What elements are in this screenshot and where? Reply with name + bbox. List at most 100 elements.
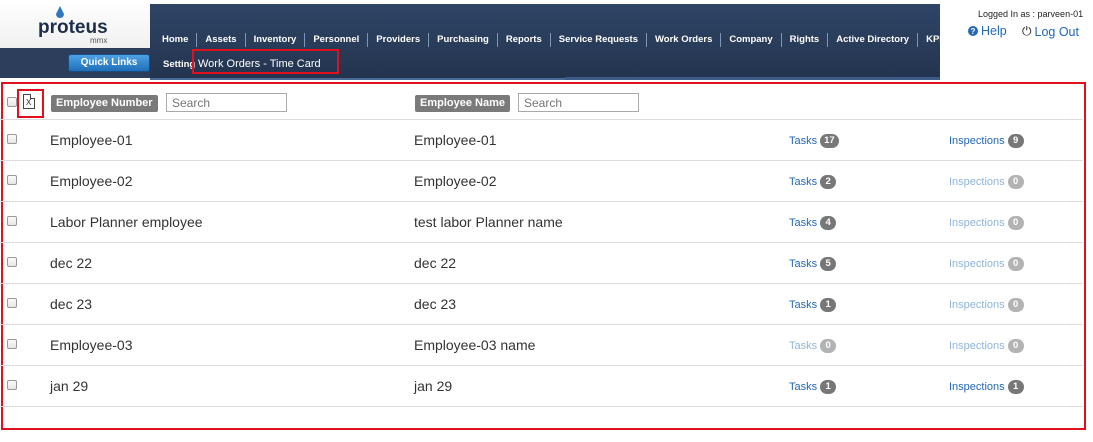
row-checkbox[interactable] [7,339,17,349]
main-menu: Home Assets Inventory Personnel Provider… [154,32,950,48]
employee-name-cell: Employee-02 [414,173,497,189]
table-row: Employee-02 Employee-02 Tasks 2 Inspecti… [0,161,1083,202]
inspections-label: Inspections [949,135,1005,147]
tasks-count-badge: 5 [820,257,837,271]
tasks-link[interactable]: Tasks 17 [789,134,839,148]
power-icon: ⏻ [1022,24,1032,38]
inspections-count-badge: 1 [1007,380,1024,394]
inspections-count-badge: 0 [1007,339,1024,353]
employee-number-search[interactable] [166,93,287,112]
logged-in-text: Logged In as : parveen-01 [978,9,1084,19]
tasks-link[interactable]: Tasks 1 [789,298,837,312]
help-link[interactable]: ? Help [968,24,1007,38]
logout-link[interactable]: ⏻ Log Out [1022,24,1079,39]
inspections-link[interactable]: Inspections 0 [949,257,1024,271]
employee-number-cell: Labor Planner employee [50,214,203,230]
menu-reports[interactable]: Reports [496,33,550,47]
tasks-label: Tasks [789,340,818,352]
employee-name-cell: Employee-03 name [414,337,536,353]
inspections-label: Inspections [949,176,1005,188]
tasks-link[interactable]: Tasks 5 [789,257,837,271]
tasks-label: Tasks [789,381,818,393]
employee-name-search[interactable] [518,93,639,112]
inspections-count-badge: 9 [1007,134,1024,148]
employee-name-cell: dec 22 [414,255,457,271]
tasks-label: Tasks [789,299,818,311]
inspections-link[interactable]: Inspections 1 [949,380,1024,394]
logout-label: Log Out [1034,24,1079,39]
menu-personnel[interactable]: Personnel [304,33,367,47]
inspections-count-badge: 0 [1007,216,1024,230]
breadcrumb: Work Orders - Time Card [198,58,321,70]
inspections-label: Inspections [949,258,1005,270]
logo[interactable]: proteus mmx [0,0,150,48]
employee-name-cell: jan 29 [414,378,453,394]
inspections-label: Inspections [949,299,1005,311]
inspections-link[interactable]: Inspections 0 [949,216,1024,230]
help-label: Help [981,24,1007,38]
row-checkbox[interactable] [7,257,17,267]
menu-company[interactable]: Company [720,33,780,47]
select-all-checkbox[interactable] [7,97,17,107]
submenu-setting[interactable]: Setting [163,59,195,70]
tasks-count-badge: 2 [820,175,837,189]
menu-work-orders[interactable]: Work Orders [645,33,720,47]
row-checkbox[interactable] [7,175,17,185]
menu-service-requests[interactable]: Service Requests [549,33,646,47]
tasks-link[interactable]: Tasks 2 [789,175,837,189]
inspections-count-badge: 0 [1007,257,1024,271]
tasks-count-badge: 4 [820,216,837,230]
employee-number-cell: dec 22 [50,255,93,271]
menu-inventory[interactable]: Inventory [244,33,305,47]
table-row: dec 23 dec 23 Tasks 1 Inspections 0 [0,284,1083,325]
employee-number-cell: Employee-01 [50,132,133,148]
employee-number-cell: dec 23 [50,296,93,312]
employee-number-label: Employee Number [51,95,158,112]
tasks-link[interactable]: Tasks 0 [789,339,837,353]
inspections-link[interactable]: Inspections 0 [949,175,1024,189]
employee-name-cell: Employee-01 [414,132,497,148]
employee-name-cell: dec 23 [414,296,457,312]
tasks-link[interactable]: Tasks 1 [789,380,837,394]
inspections-link[interactable]: Inspections 0 [949,298,1024,312]
tasks-count-badge: 0 [820,339,837,353]
menu-purchasing[interactable]: Purchasing [428,33,497,47]
inspections-link[interactable]: Inspections 9 [949,134,1024,148]
inspections-label: Inspections [949,381,1005,393]
header-right-band [940,48,1093,80]
inspections-label: Inspections [949,340,1005,352]
inspections-count-badge: 0 [1007,298,1024,312]
inspections-link[interactable]: Inspections 0 [949,339,1024,353]
export-excel-icon[interactable]: X [23,94,35,109]
row-checkbox[interactable] [7,298,17,308]
tasks-label: Tasks [789,217,818,229]
table-row: jan 29 jan 29 Tasks 1 Inspections 1 [0,366,1083,407]
row-checkbox[interactable] [7,380,17,390]
employee-number-cell: jan 29 [50,378,89,394]
table-row: dec 22 dec 22 Tasks 5 Inspections 0 [0,243,1083,284]
table-row: Employee-01 Employee-01 Tasks 17 Inspect… [0,120,1083,161]
quick-links-button[interactable]: Quick Links [68,54,150,72]
employee-number-cell: Employee-03 [50,337,133,353]
row-checkbox[interactable] [7,134,17,144]
tasks-count-badge: 17 [820,134,839,148]
menu-home[interactable]: Home [154,33,196,47]
tasks-label: Tasks [789,135,818,147]
tasks-link[interactable]: Tasks 4 [789,216,837,230]
logo-subtext: mmx [90,36,108,45]
help-icon: ? [968,26,978,36]
employee-number-cell: Employee-02 [50,173,133,189]
table-row: Labor Planner employee test labor Planne… [0,202,1083,243]
menu-active-directory[interactable]: Active Directory [827,33,917,47]
table-row: Employee-03 Employee-03 name Tasks 0 Ins… [0,325,1083,366]
employee-name-cell: test labor Planner name [414,214,563,230]
inspections-count-badge: 0 [1007,175,1024,189]
tasks-label: Tasks [789,176,818,188]
employee-name-label: Employee Name [415,95,510,112]
menu-rights[interactable]: Rights [780,33,828,47]
inspections-label: Inspections [949,217,1005,229]
row-checkbox[interactable] [7,216,17,226]
menu-assets[interactable]: Assets [196,33,244,47]
tasks-count-badge: 1 [820,380,837,394]
menu-providers[interactable]: Providers [367,33,428,47]
